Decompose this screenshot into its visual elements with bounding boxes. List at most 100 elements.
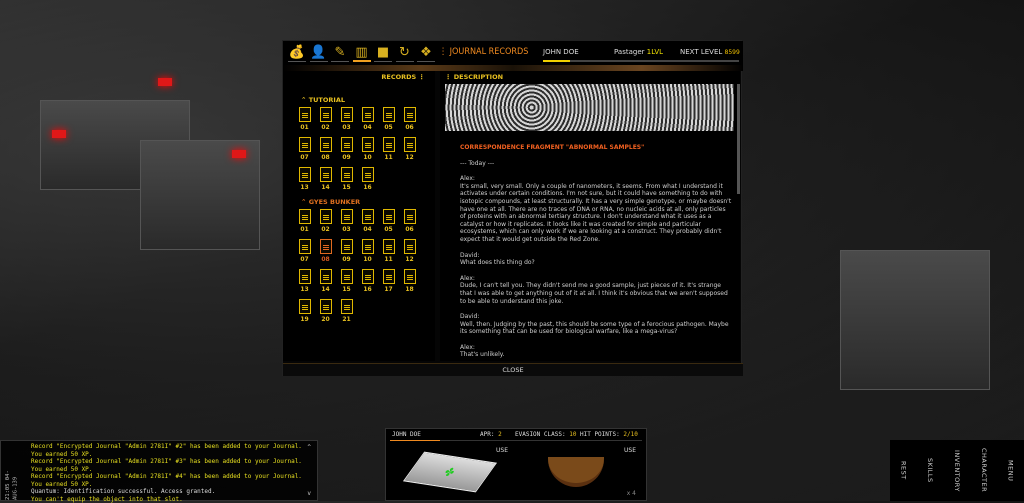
record-item[interactable]: 03 xyxy=(336,107,357,131)
record-item[interactable]: 14 xyxy=(315,167,336,191)
document-icon xyxy=(341,269,353,284)
description-paragraph: --- Today --- xyxy=(460,160,732,168)
description-paragraph: David: Well, then. Judging by the past, … xyxy=(460,313,732,336)
slot-1[interactable]: ✤ USE xyxy=(390,443,514,499)
log-line: You earned 50 XP. xyxy=(31,451,317,459)
record-image xyxy=(445,84,734,131)
document-icon xyxy=(320,107,332,122)
record-item[interactable]: 18 xyxy=(399,269,420,293)
quest-icon[interactable]: ✎ xyxy=(331,44,349,62)
document-icon xyxy=(362,137,374,152)
document-icon xyxy=(383,209,395,224)
record-item[interactable]: 10 xyxy=(357,239,378,263)
character-icon[interactable]: 👤 xyxy=(310,44,328,62)
record-item[interactable]: 01 xyxy=(294,107,315,131)
document-icon xyxy=(320,209,332,224)
slot-2[interactable]: USE x 4 xyxy=(516,443,642,499)
document-icon xyxy=(341,137,353,152)
record-item[interactable]: 21 xyxy=(336,299,357,323)
record-item[interactable]: 09 xyxy=(336,137,357,161)
record-item[interactable]: 05 xyxy=(378,209,399,233)
use-button[interactable]: USE xyxy=(624,447,636,454)
document-icon xyxy=(299,239,311,254)
record-item[interactable]: 06 xyxy=(399,107,420,131)
log-line: You earned 50 XP. xyxy=(31,481,317,489)
record-item[interactable]: 06 xyxy=(399,209,420,233)
document-icon xyxy=(362,239,374,254)
record-item[interactable]: 11 xyxy=(378,239,399,263)
log-line: You can't equip the object into that slo… xyxy=(31,496,317,503)
money-bag-icon[interactable]: 💰 xyxy=(288,44,306,62)
document-icon xyxy=(299,137,311,152)
document-icon xyxy=(404,239,416,254)
history-icon[interactable]: ↻ xyxy=(396,44,414,62)
menu-skills-button[interactable]: SKILLS xyxy=(926,458,934,483)
document-icon xyxy=(404,107,416,122)
stop-icon[interactable]: ■ xyxy=(374,44,392,62)
description-paragraph: Alex: That's unlikely. xyxy=(460,344,732,359)
map-icon[interactable]: ❖ xyxy=(417,44,435,62)
record-item[interactable]: 11 xyxy=(378,137,399,161)
record-item[interactable]: 12 xyxy=(399,137,420,161)
record-item[interactable]: 20 xyxy=(315,299,336,323)
record-item[interactable]: 03 xyxy=(336,209,357,233)
menu-menu-button[interactable]: MENU xyxy=(1007,460,1015,481)
record-item[interactable]: 14 xyxy=(315,269,336,293)
log-scroll-up[interactable]: ^ xyxy=(307,444,311,452)
document-icon xyxy=(341,167,353,182)
close-button[interactable]: CLOSE xyxy=(283,363,743,376)
document-icon xyxy=(320,299,332,314)
record-item[interactable]: 07 xyxy=(294,239,315,263)
record-item[interactable]: 10 xyxy=(357,137,378,161)
record-item[interactable]: 02 xyxy=(315,107,336,131)
description-paragraph: Alex: It's small, very small. Only a cou… xyxy=(460,175,732,243)
record-item[interactable]: 15 xyxy=(336,167,357,191)
log-line: Quantum: Identification successful. Acce… xyxy=(31,488,317,496)
record-item[interactable]: 12 xyxy=(399,239,420,263)
menu-rest-button[interactable]: REST xyxy=(899,461,907,480)
document-icon xyxy=(404,269,416,284)
record-item[interactable]: 13 xyxy=(294,167,315,191)
document-icon xyxy=(362,209,374,224)
record-item[interactable]: 09 xyxy=(336,239,357,263)
description-paragraph: David: What does this thing do? xyxy=(460,252,732,267)
record-item[interactable]: 04 xyxy=(357,209,378,233)
document-icon xyxy=(320,137,332,152)
section-header[interactable]: ⌃ TUTORIAL xyxy=(301,96,345,104)
message-log: 21:05 04-AUG-139 Record "Encrypted Journ… xyxy=(0,440,318,501)
document-icon xyxy=(362,167,374,182)
record-item[interactable]: 04 xyxy=(357,107,378,131)
record-item[interactable]: 17 xyxy=(378,269,399,293)
record-item[interactable]: 05 xyxy=(378,107,399,131)
journal-icon[interactable]: ▥ xyxy=(353,44,371,62)
record-item[interactable]: 08 xyxy=(315,239,336,263)
record-item[interactable]: 02 xyxy=(315,209,336,233)
scrollbar[interactable] xyxy=(737,84,740,194)
use-button[interactable]: USE xyxy=(496,447,508,454)
log-scroll-down[interactable]: v xyxy=(307,490,311,498)
document-icon xyxy=(383,107,395,122)
record-item[interactable]: 15 xyxy=(336,269,357,293)
record-item[interactable]: 13 xyxy=(294,269,315,293)
description-text: CORRESPONDENCE FRAGMENT "ABNORMAL SAMPLE… xyxy=(460,144,732,367)
document-icon xyxy=(341,209,353,224)
data-terminal-icon: ✤ xyxy=(403,452,497,493)
section-header[interactable]: ⌃ GYES BUNKER xyxy=(301,198,360,206)
records-heading: RECORDS ⋮ xyxy=(381,73,425,81)
record-item[interactable]: 08 xyxy=(315,137,336,161)
document-icon xyxy=(383,137,395,152)
record-item[interactable]: 16 xyxy=(357,167,378,191)
record-item[interactable]: 07 xyxy=(294,137,315,161)
log-line: Record "Encrypted Journal "Admin 2781I" … xyxy=(31,473,317,481)
record-item[interactable]: 19 xyxy=(294,299,315,323)
menu-character-button[interactable]: CHARACTER xyxy=(980,448,988,492)
record-item[interactable]: 01 xyxy=(294,209,315,233)
log-line: You earned 50 XP. xyxy=(31,466,317,474)
log-line: Record "Encrypted Journal "Admin 2781I" … xyxy=(31,458,317,466)
description-pane: ⋮ DESCRIPTION CORRESPONDENCE FRAGMENT "A… xyxy=(440,71,740,361)
document-icon xyxy=(341,107,353,122)
menu-inventory-button[interactable]: INVENTORY xyxy=(953,450,961,492)
hotbar: JOHN DOE APR: 2 EVASION CLASS: 10 HIT PO… xyxy=(385,428,647,501)
record-item[interactable]: 16 xyxy=(357,269,378,293)
document-icon xyxy=(299,269,311,284)
